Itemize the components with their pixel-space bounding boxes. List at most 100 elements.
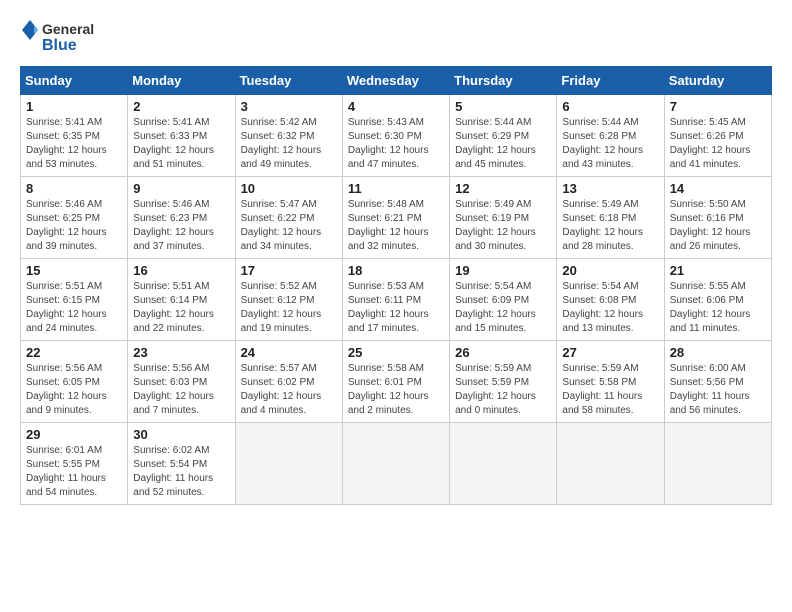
- calendar-cell: 8 Sunrise: 5:46 AMSunset: 6:25 PMDayligh…: [21, 177, 128, 259]
- calendar-cell: 21 Sunrise: 5:55 AMSunset: 6:06 PMDaylig…: [664, 259, 771, 341]
- calendar-cell: 6 Sunrise: 5:44 AMSunset: 6:28 PMDayligh…: [557, 95, 664, 177]
- week-row-4: 22 Sunrise: 5:56 AMSunset: 6:05 PMDaylig…: [21, 341, 772, 423]
- day-number: 6: [562, 99, 658, 114]
- day-info: Sunrise: 6:02 AMSunset: 5:54 PMDaylight:…: [133, 444, 229, 500]
- day-info: Sunrise: 5:56 AMSunset: 6:05 PMDaylight:…: [26, 362, 122, 418]
- day-info: Sunrise: 5:44 AMSunset: 6:29 PMDaylight:…: [455, 116, 551, 172]
- calendar-cell: 4 Sunrise: 5:43 AMSunset: 6:30 PMDayligh…: [342, 95, 449, 177]
- calendar-cell: 18 Sunrise: 5:53 AMSunset: 6:11 PMDaylig…: [342, 259, 449, 341]
- day-number: 5: [455, 99, 551, 114]
- week-row-5: 29 Sunrise: 6:01 AMSunset: 5:55 PMDaylig…: [21, 423, 772, 505]
- day-info: Sunrise: 5:47 AMSunset: 6:22 PMDaylight:…: [241, 198, 337, 254]
- day-number: 16: [133, 263, 229, 278]
- day-info: Sunrise: 5:54 AMSunset: 6:08 PMDaylight:…: [562, 280, 658, 336]
- col-header-saturday: Saturday: [664, 67, 771, 95]
- calendar-cell: 28 Sunrise: 6:00 AMSunset: 5:56 PMDaylig…: [664, 341, 771, 423]
- day-number: 25: [348, 345, 444, 360]
- calendar-cell: 29 Sunrise: 6:01 AMSunset: 5:55 PMDaylig…: [21, 423, 128, 505]
- day-number: 8: [26, 181, 122, 196]
- calendar-cell: 9 Sunrise: 5:46 AMSunset: 6:23 PMDayligh…: [128, 177, 235, 259]
- calendar-cell: [557, 423, 664, 505]
- day-info: Sunrise: 5:41 AMSunset: 6:35 PMDaylight:…: [26, 116, 122, 172]
- day-info: Sunrise: 5:46 AMSunset: 6:25 PMDaylight:…: [26, 198, 122, 254]
- calendar-cell: [664, 423, 771, 505]
- day-number: 1: [26, 99, 122, 114]
- week-row-3: 15 Sunrise: 5:51 AMSunset: 6:15 PMDaylig…: [21, 259, 772, 341]
- day-info: Sunrise: 5:48 AMSunset: 6:21 PMDaylight:…: [348, 198, 444, 254]
- calendar-cell: 26 Sunrise: 5:59 AMSunset: 5:59 PMDaylig…: [450, 341, 557, 423]
- calendar-cell: 30 Sunrise: 6:02 AMSunset: 5:54 PMDaylig…: [128, 423, 235, 505]
- day-number: 3: [241, 99, 337, 114]
- day-info: Sunrise: 5:59 AMSunset: 5:58 PMDaylight:…: [562, 362, 658, 418]
- day-info: Sunrise: 5:43 AMSunset: 6:30 PMDaylight:…: [348, 116, 444, 172]
- calendar-cell: 11 Sunrise: 5:48 AMSunset: 6:21 PMDaylig…: [342, 177, 449, 259]
- day-info: Sunrise: 5:42 AMSunset: 6:32 PMDaylight:…: [241, 116, 337, 172]
- day-number: 4: [348, 99, 444, 114]
- calendar-cell: 1 Sunrise: 5:41 AMSunset: 6:35 PMDayligh…: [21, 95, 128, 177]
- day-number: 28: [670, 345, 766, 360]
- calendar-cell: 27 Sunrise: 5:59 AMSunset: 5:58 PMDaylig…: [557, 341, 664, 423]
- calendar-cell: 2 Sunrise: 5:41 AMSunset: 6:33 PMDayligh…: [128, 95, 235, 177]
- day-number: 2: [133, 99, 229, 114]
- calendar-cell: 3 Sunrise: 5:42 AMSunset: 6:32 PMDayligh…: [235, 95, 342, 177]
- calendar-cell: 24 Sunrise: 5:57 AMSunset: 6:02 PMDaylig…: [235, 341, 342, 423]
- day-info: Sunrise: 6:01 AMSunset: 5:55 PMDaylight:…: [26, 444, 122, 500]
- calendar-cell: 14 Sunrise: 5:50 AMSunset: 6:16 PMDaylig…: [664, 177, 771, 259]
- calendar-cell: 25 Sunrise: 5:58 AMSunset: 6:01 PMDaylig…: [342, 341, 449, 423]
- day-info: Sunrise: 5:52 AMSunset: 6:12 PMDaylight:…: [241, 280, 337, 336]
- calendar-cell: [235, 423, 342, 505]
- week-row-2: 8 Sunrise: 5:46 AMSunset: 6:25 PMDayligh…: [21, 177, 772, 259]
- day-info: Sunrise: 5:46 AMSunset: 6:23 PMDaylight:…: [133, 198, 229, 254]
- day-info: Sunrise: 5:50 AMSunset: 6:16 PMDaylight:…: [670, 198, 766, 254]
- day-number: 22: [26, 345, 122, 360]
- day-number: 30: [133, 427, 229, 442]
- calendar-cell: 23 Sunrise: 5:56 AMSunset: 6:03 PMDaylig…: [128, 341, 235, 423]
- day-info: Sunrise: 6:00 AMSunset: 5:56 PMDaylight:…: [670, 362, 766, 418]
- logo: General Blue: [20, 16, 100, 58]
- col-header-tuesday: Tuesday: [235, 67, 342, 95]
- day-info: Sunrise: 5:51 AMSunset: 6:15 PMDaylight:…: [26, 280, 122, 336]
- day-number: 21: [670, 263, 766, 278]
- logo-svg: General Blue: [20, 16, 100, 58]
- day-info: Sunrise: 5:51 AMSunset: 6:14 PMDaylight:…: [133, 280, 229, 336]
- day-number: 20: [562, 263, 658, 278]
- calendar: SundayMondayTuesdayWednesdayThursdayFrid…: [20, 66, 772, 505]
- day-number: 14: [670, 181, 766, 196]
- col-header-friday: Friday: [557, 67, 664, 95]
- calendar-cell: [450, 423, 557, 505]
- day-info: Sunrise: 5:58 AMSunset: 6:01 PMDaylight:…: [348, 362, 444, 418]
- col-header-monday: Monday: [128, 67, 235, 95]
- svg-text:Blue: Blue: [42, 37, 77, 54]
- calendar-cell: 13 Sunrise: 5:49 AMSunset: 6:18 PMDaylig…: [557, 177, 664, 259]
- calendar-cell: [342, 423, 449, 505]
- day-info: Sunrise: 5:53 AMSunset: 6:11 PMDaylight:…: [348, 280, 444, 336]
- day-info: Sunrise: 5:56 AMSunset: 6:03 PMDaylight:…: [133, 362, 229, 418]
- day-number: 29: [26, 427, 122, 442]
- day-number: 24: [241, 345, 337, 360]
- day-number: 23: [133, 345, 229, 360]
- day-number: 15: [26, 263, 122, 278]
- calendar-cell: 5 Sunrise: 5:44 AMSunset: 6:29 PMDayligh…: [450, 95, 557, 177]
- day-info: Sunrise: 5:44 AMSunset: 6:28 PMDaylight:…: [562, 116, 658, 172]
- week-row-1: 1 Sunrise: 5:41 AMSunset: 6:35 PMDayligh…: [21, 95, 772, 177]
- day-info: Sunrise: 5:57 AMSunset: 6:02 PMDaylight:…: [241, 362, 337, 418]
- day-number: 7: [670, 99, 766, 114]
- day-info: Sunrise: 5:49 AMSunset: 6:18 PMDaylight:…: [562, 198, 658, 254]
- day-info: Sunrise: 5:49 AMSunset: 6:19 PMDaylight:…: [455, 198, 551, 254]
- day-number: 12: [455, 181, 551, 196]
- day-info: Sunrise: 5:54 AMSunset: 6:09 PMDaylight:…: [455, 280, 551, 336]
- day-number: 27: [562, 345, 658, 360]
- day-info: Sunrise: 5:45 AMSunset: 6:26 PMDaylight:…: [670, 116, 766, 172]
- calendar-cell: 12 Sunrise: 5:49 AMSunset: 6:19 PMDaylig…: [450, 177, 557, 259]
- svg-text:General: General: [42, 21, 94, 37]
- day-number: 10: [241, 181, 337, 196]
- day-number: 26: [455, 345, 551, 360]
- col-header-thursday: Thursday: [450, 67, 557, 95]
- calendar-cell: 15 Sunrise: 5:51 AMSunset: 6:15 PMDaylig…: [21, 259, 128, 341]
- calendar-cell: 16 Sunrise: 5:51 AMSunset: 6:14 PMDaylig…: [128, 259, 235, 341]
- day-info: Sunrise: 5:55 AMSunset: 6:06 PMDaylight:…: [670, 280, 766, 336]
- day-number: 11: [348, 181, 444, 196]
- day-number: 19: [455, 263, 551, 278]
- col-header-sunday: Sunday: [21, 67, 128, 95]
- col-header-wednesday: Wednesday: [342, 67, 449, 95]
